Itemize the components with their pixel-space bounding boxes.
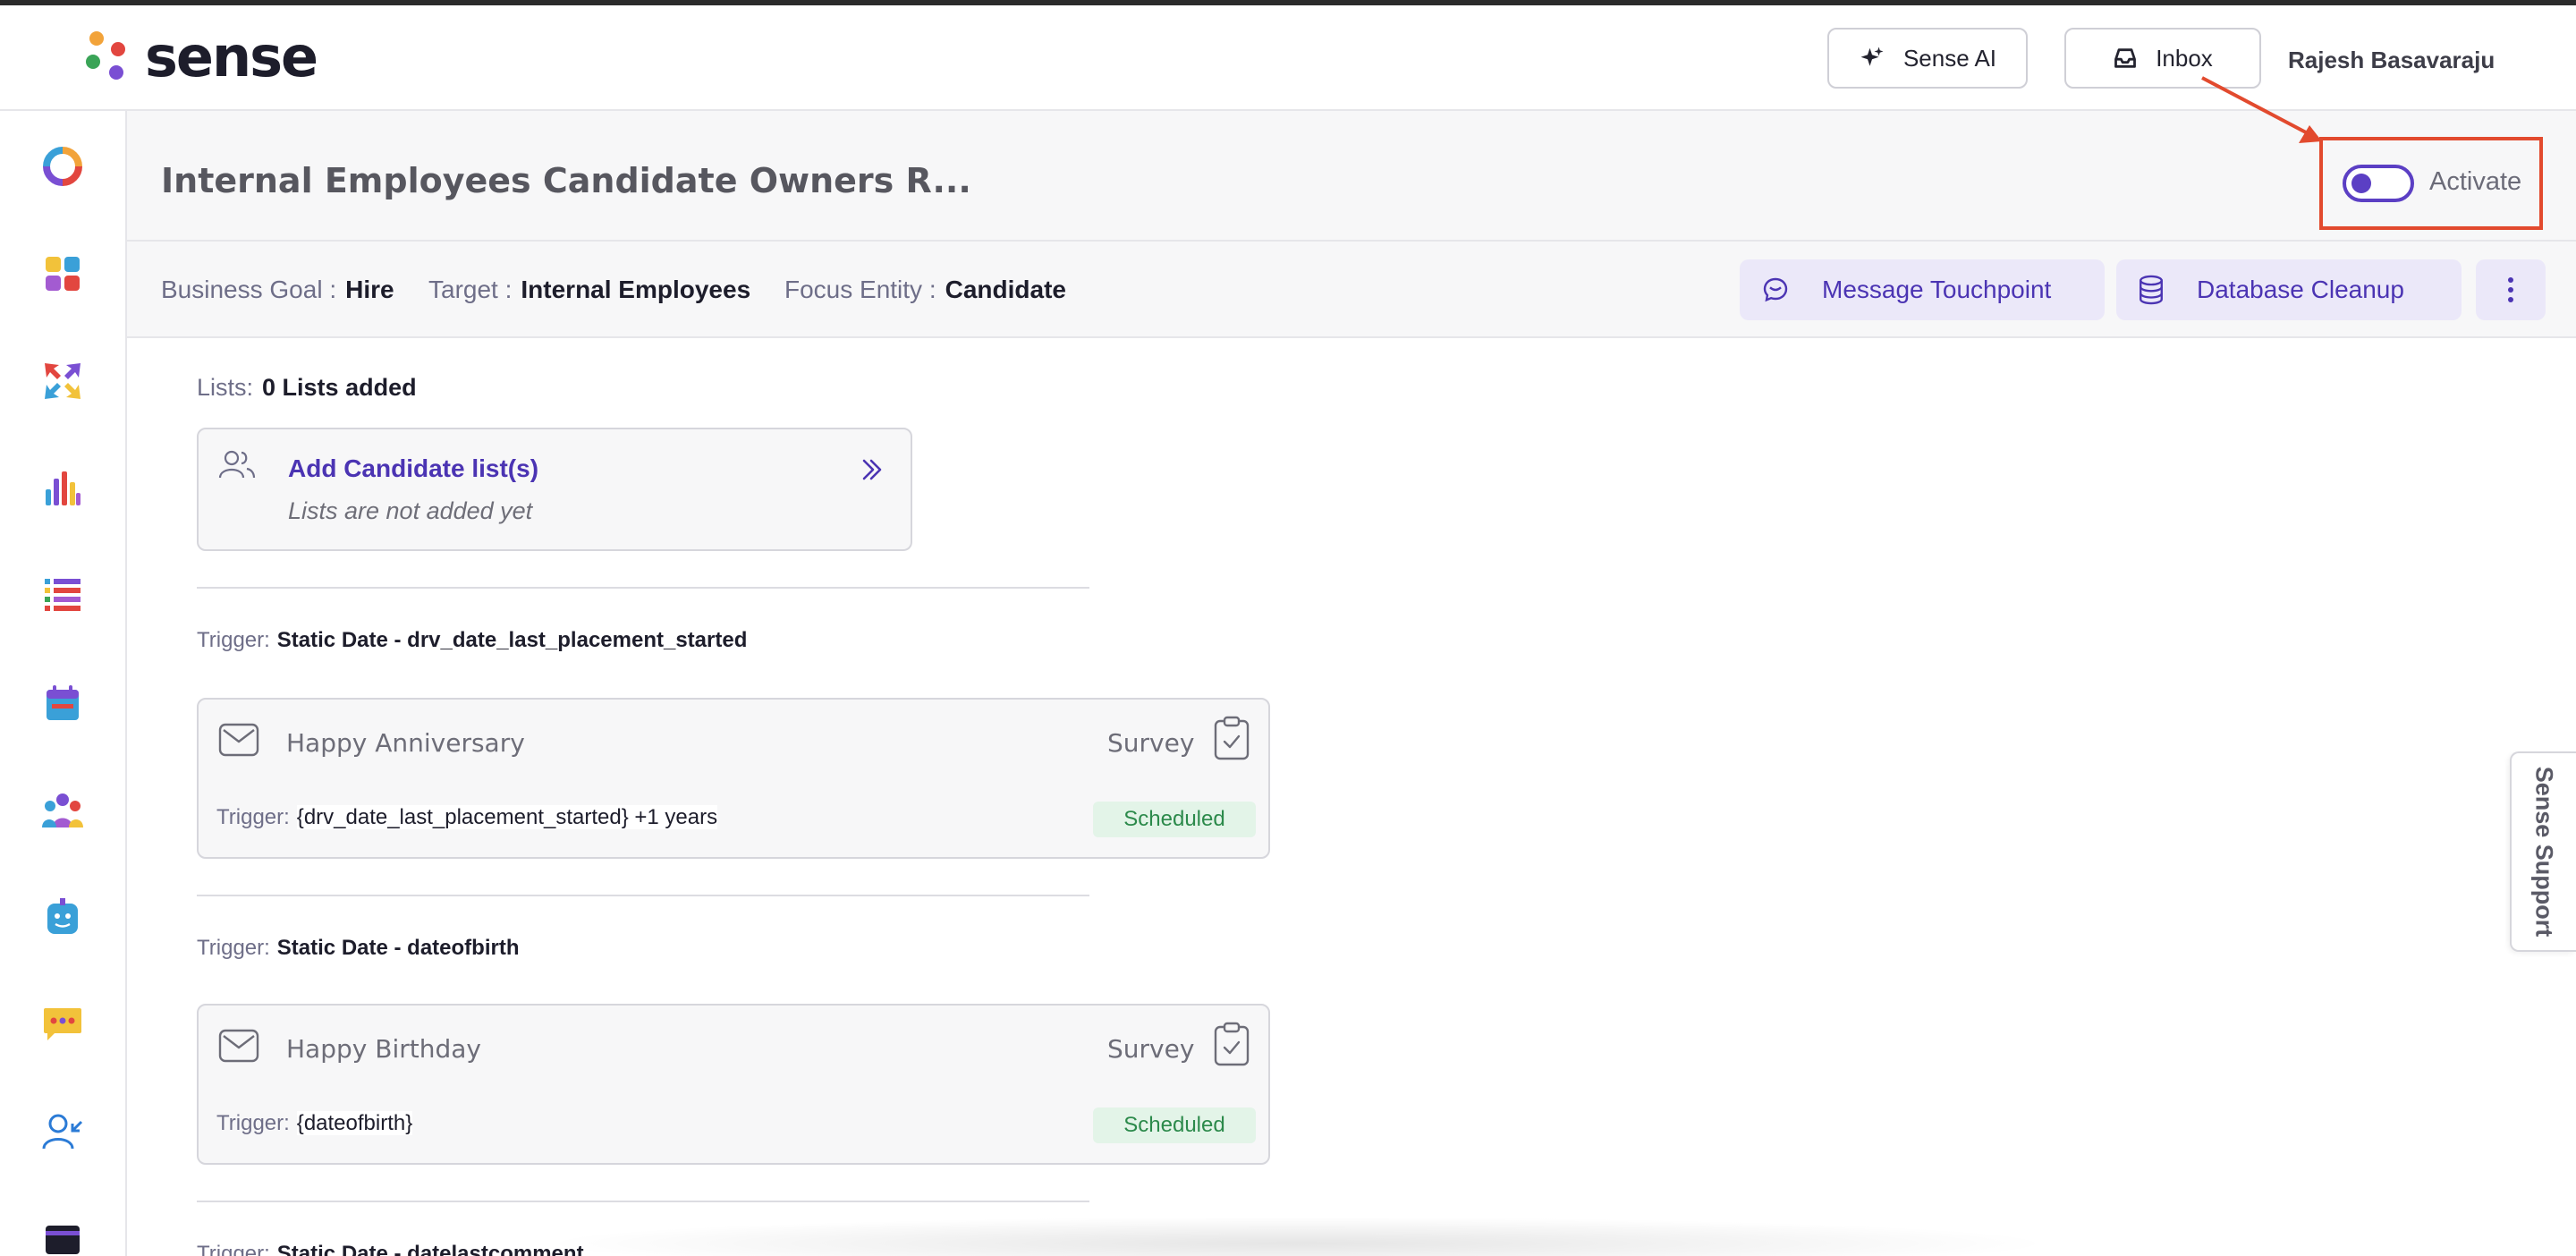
- sidebar-item-calendar[interactable]: [39, 680, 86, 726]
- sidebar-item-messages[interactable]: [39, 1002, 86, 1048]
- annotation-highlight-box: [2319, 137, 2543, 230]
- inbox-label: Inbox: [2156, 44, 2213, 72]
- sense-support-tab[interactable]: Sense Support: [2510, 751, 2576, 952]
- apps-grid-icon: [46, 257, 80, 291]
- brand-name: sense: [145, 23, 318, 89]
- message-icon: [1763, 277, 1788, 302]
- mail-icon: [218, 1029, 259, 1063]
- calendar-icon: [47, 685, 79, 720]
- target-key: Target :: [428, 276, 513, 303]
- business-goal-key: Business Goal :: [161, 276, 337, 303]
- target-value: Internal Employees: [521, 276, 751, 303]
- business-goal-value: Hire: [345, 276, 394, 303]
- touchpoint-trigger: Trigger: {dateofbirth}: [216, 1111, 413, 1136]
- touchpoint-name: Happy Birthday: [286, 1034, 481, 1064]
- wallet-icon: [46, 1226, 80, 1254]
- trigger-key: Trigger:: [197, 628, 270, 652]
- users-icon: [218, 450, 256, 479]
- section-divider: [197, 587, 1089, 589]
- add-candidate-list-subtitle: Lists are not added yet: [288, 497, 533, 524]
- mail-icon: [218, 723, 259, 757]
- sense-ai-label: Sense AI: [1902, 44, 1997, 72]
- lists-key: Lists:: [197, 374, 254, 401]
- trigger-key: Trigger:: [197, 936, 270, 960]
- touchpoint-trigger-key: Trigger:: [216, 805, 290, 829]
- focus-entity: Focus Entity : Candidate: [784, 276, 1066, 304]
- arrows-cross-icon: [45, 363, 80, 399]
- trigger-value: Static Date - dateofbirth: [276, 936, 520, 960]
- sidebar-item-integrations[interactable]: [39, 358, 86, 404]
- inbox-icon: [2114, 48, 2137, 68]
- sidebar-item-people[interactable]: [39, 787, 86, 834]
- workflow-canvas: Lists: 0 Lists added Add Candidate list(s…: [127, 338, 2576, 1256]
- sidebar-item-bots[interactable]: [39, 895, 86, 941]
- sidebar-item-apps[interactable]: [39, 250, 86, 297]
- touchpoint-trigger-value: {drv_date_last_placement_started} +1 yea…: [296, 805, 718, 829]
- trigger-header: Trigger: Static Date - dateofbirth: [197, 936, 520, 961]
- status-badge: Scheduled: [1093, 1107, 1256, 1143]
- add-candidate-list-card[interactable]: Add Candidate list(s) Lists are not adde…: [197, 428, 912, 551]
- sense-ai-button[interactable]: Sense AI: [1827, 28, 2028, 89]
- lists-value: 0 Lists added: [262, 374, 417, 401]
- business-goal: Business Goal : Hire: [161, 276, 394, 304]
- user-menu[interactable]: Rajesh Basavaraju: [2288, 47, 2495, 74]
- sidebar-item-analytics[interactable]: [39, 465, 86, 512]
- touchpoint-trigger-key: Trigger:: [216, 1111, 290, 1135]
- touchpoint-name: Happy Anniversary: [286, 728, 525, 758]
- bot-icon: [47, 898, 78, 934]
- target: Target : Internal Employees: [428, 276, 750, 304]
- sense-support-label: Sense Support: [2530, 766, 2558, 938]
- trigger-header: Trigger: Static Date - datelastcomment: [197, 1242, 584, 1256]
- workflow-meta-bar: Business Goal : Hire Target : Internal Emp…: [127, 240, 2576, 338]
- bar-chart-icon: [46, 471, 80, 505]
- user-arrow-icon: [42, 1114, 83, 1150]
- section-divider: [197, 895, 1089, 896]
- chevrons-right-icon: [862, 459, 882, 480]
- touchpoint-type: Survey: [1107, 1034, 1195, 1064]
- sidebar-item-billing[interactable]: [39, 1217, 86, 1256]
- sense-logo[interactable]: sense: [86, 23, 318, 89]
- touchpoint-trigger: Trigger: {drv_date_last_placement_started…: [216, 805, 718, 830]
- add-candidate-list-title: Add Candidate list(s): [288, 454, 539, 482]
- page-title: Internal Employees Candidate Owners R...: [161, 161, 971, 200]
- focus-entity-key: Focus Entity :: [784, 276, 936, 303]
- section-divider: [197, 1201, 1089, 1202]
- touchpoint-type: Survey: [1107, 728, 1195, 758]
- bottom-shadow: [537, 1217, 2057, 1256]
- touchpoint-card[interactable]: Happy Birthday Survey Trigger: {dateofbir…: [197, 1004, 1270, 1165]
- more-options-button[interactable]: [2476, 259, 2546, 320]
- sparkle-icon: [1860, 47, 1884, 66]
- trigger-key: Trigger:: [197, 1242, 270, 1256]
- logo-dots-icon: [86, 28, 129, 85]
- donut-chart-icon: [43, 147, 82, 186]
- database-icon: [2140, 275, 2163, 305]
- sidebar-item-user-management[interactable]: [39, 1109, 86, 1156]
- chat-bubble-icon: [44, 1008, 81, 1040]
- users-group-icon: [42, 793, 83, 827]
- clipboard-check-icon: [1214, 716, 1250, 760]
- workflow-title-bar: Internal Employees Candidate Owners R...…: [127, 111, 2576, 240]
- touchpoint-card[interactable]: Happy Anniversary Survey Trigger: {drv_da…: [197, 698, 1270, 859]
- trigger-value: Static Date - drv_date_last_placement_st…: [276, 628, 748, 652]
- database-cleanup-label: Database Cleanup: [2197, 276, 2404, 303]
- lists-summary: Lists: 0 Lists added: [197, 374, 417, 402]
- database-cleanup-button[interactable]: Database Cleanup: [2116, 259, 2462, 320]
- sidebar-item-dashboard[interactable]: [39, 143, 86, 190]
- focus-entity-value: Candidate: [945, 276, 1066, 303]
- more-vertical-icon: [2508, 277, 2513, 302]
- left-sidebar: [0, 111, 127, 1256]
- status-badge: Scheduled: [1093, 802, 1256, 837]
- top-header: sense Sense AI Inbox Rajesh Basavaraju: [0, 5, 2576, 111]
- touchpoint-trigger-value: {dateofbirth}: [296, 1111, 413, 1135]
- clipboard-check-icon: [1214, 1022, 1250, 1066]
- trigger-header: Trigger: Static Date - drv_date_last_plac…: [197, 628, 747, 653]
- message-touchpoint-label: Message Touchpoint: [1822, 276, 2052, 303]
- sidebar-item-lists[interactable]: [39, 573, 86, 619]
- message-touchpoint-button[interactable]: Message Touchpoint: [1740, 259, 2105, 320]
- inbox-button[interactable]: Inbox: [2064, 28, 2261, 89]
- list-stack-icon: [45, 579, 80, 611]
